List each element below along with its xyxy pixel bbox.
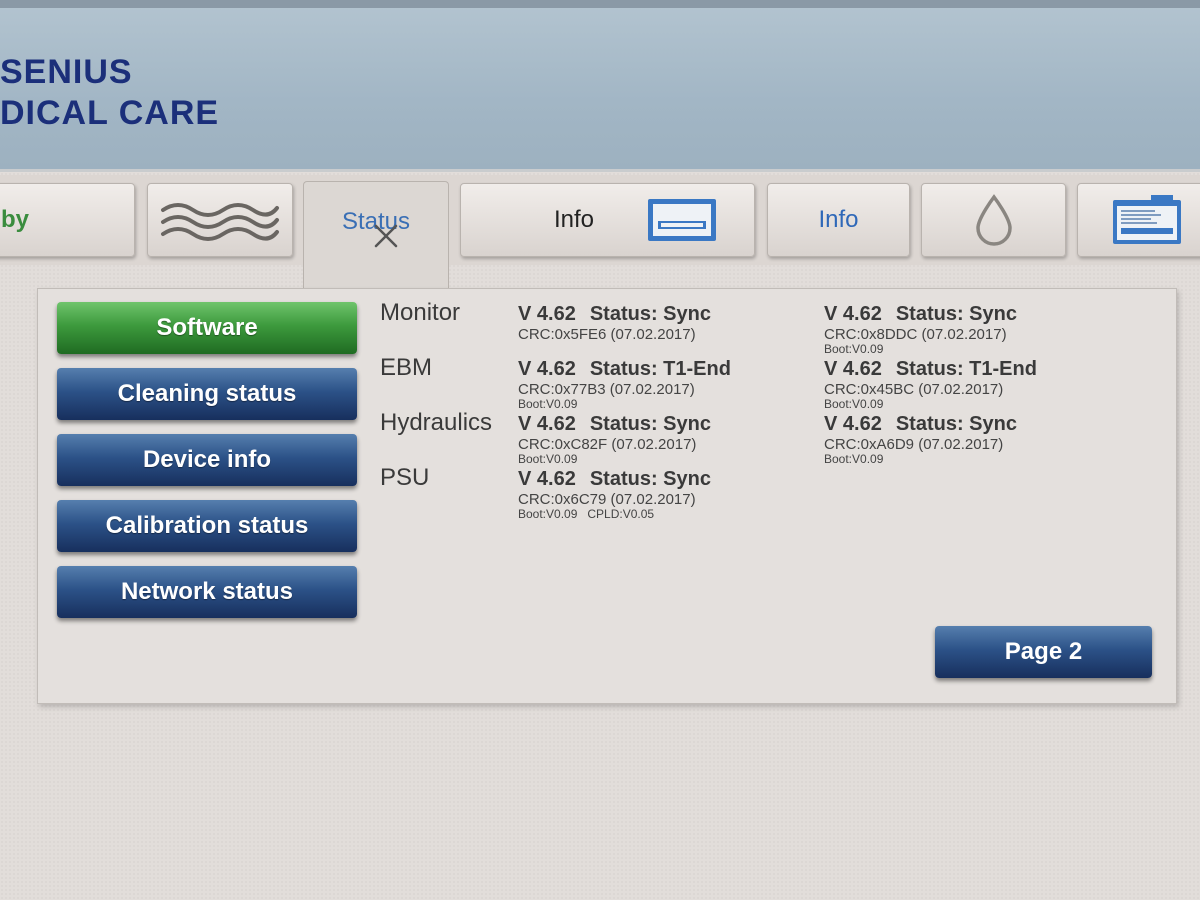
boot-text: Boot:V0.09 (518, 452, 578, 466)
tab-status[interactable]: Status (303, 181, 449, 291)
crc-text: CRC:0xC82F (07.02.2017) (518, 436, 697, 453)
module-label-hydraulics: Hydraulics (380, 409, 493, 436)
crc-text: CRC:0x5FE6 (07.02.2017) (518, 326, 696, 343)
version-text: V 4.62 (518, 468, 576, 490)
tab-document[interactable] (1077, 183, 1200, 257)
psu-left-info: V 4.62 Status: Sync CRC:0x6C79 (07.02.201… (518, 468, 711, 520)
tab-bar: by Status Info Info (0, 175, 1200, 291)
version-text: V 4.62 (824, 303, 882, 325)
version-text: V 4.62 (824, 358, 882, 380)
boot-text: Boot:V0.09 (824, 452, 884, 466)
cpld-text: CPLD:V0.05 (587, 507, 655, 521)
status-text: Status: Sync (589, 413, 711, 435)
crc-text: CRC:0x6C79 (07.02.2017) (518, 491, 696, 508)
card-reader-icon (648, 199, 717, 241)
boot-text: Boot:V0.09 (824, 397, 884, 411)
tab-info[interactable]: Info (767, 183, 910, 257)
calibration-status-button[interactable]: Calibration status (57, 500, 357, 552)
version-text: V 4.62 (518, 358, 576, 380)
tab-standby[interactable]: by (0, 183, 135, 257)
crc-text: CRC:0x77B3 (07.02.2017) (518, 381, 695, 398)
logo-line-1: SENIUS (0, 53, 133, 91)
module-label-ebm: EBM (380, 354, 433, 381)
tab-info-card-label: Info (554, 206, 595, 233)
version-text: V 4.62 (518, 413, 576, 435)
droplet-icon (975, 194, 1012, 246)
tab-waves[interactable] (147, 183, 293, 257)
header-top-edge (0, 0, 1200, 8)
software-status-panel: Software Cleaning status Device info Cal… (37, 288, 1177, 704)
crc-text: CRC:0x45BC (07.02.2017) (824, 381, 1004, 398)
document-icon (1113, 195, 1181, 244)
tab-info-label: Info (818, 206, 859, 233)
status-text: Status: T1-End (895, 358, 1037, 380)
boot-text: Boot:V0.09 (824, 342, 884, 356)
device-info-button[interactable]: Device info (57, 434, 357, 486)
network-status-button[interactable]: Network status (57, 566, 357, 618)
version-text: V 4.62 (824, 413, 882, 435)
tab-info-card[interactable]: Info (460, 183, 755, 257)
boot-text: Boot:V0.09 (518, 507, 578, 521)
hydraulics-right-info: V 4.62 Status: Sync CRC:0xA6D9 (07.02.201… (824, 413, 1017, 465)
page-2-button[interactable]: Page 2 (935, 626, 1152, 678)
status-text: Status: T1-End (589, 358, 731, 380)
software-button[interactable]: Software (57, 302, 357, 354)
cleaning-status-button[interactable]: Cleaning status (57, 368, 357, 420)
ebm-right-info: V 4.62 Status: T1-End CRC:0x45BC (07.02.2… (824, 358, 1037, 410)
monitor-left-info: V 4.62 Status: Sync CRC:0x5FE6 (07.02.201… (518, 303, 711, 343)
monitor-right-info: V 4.62 Status: Sync CRC:0x8DDC (07.02.201… (824, 303, 1017, 355)
status-text: Status: Sync (589, 468, 711, 490)
version-text: V 4.62 (518, 303, 576, 325)
module-label-monitor: Monitor (380, 299, 461, 326)
crc-text: CRC:0x8DDC (07.02.2017) (824, 326, 1007, 343)
status-text: Status: Sync (589, 303, 711, 325)
module-label-psu: PSU (380, 464, 430, 491)
ebm-left-info: V 4.62 Status: T1-End CRC:0x77B3 (07.02.2… (518, 358, 731, 410)
waves-icon (161, 203, 279, 241)
status-text: Status: Sync (895, 413, 1017, 435)
logo-line-2: DICAL CARE (0, 94, 220, 132)
crc-text: CRC:0xA6D9 (07.02.2017) (824, 436, 1004, 453)
tab-standby-label: by (1, 206, 30, 233)
header-bar: SENIUS DICAL CARE (0, 0, 1200, 172)
hydraulics-left-info: V 4.62 Status: Sync CRC:0xC82F (07.02.201… (518, 413, 711, 465)
brand-logo: SENIUS DICAL CARE (0, 52, 219, 134)
status-text: Status: Sync (895, 303, 1017, 325)
close-icon[interactable] (372, 222, 400, 250)
tab-droplet[interactable] (921, 183, 1066, 257)
boot-text: Boot:V0.09 (518, 397, 578, 411)
